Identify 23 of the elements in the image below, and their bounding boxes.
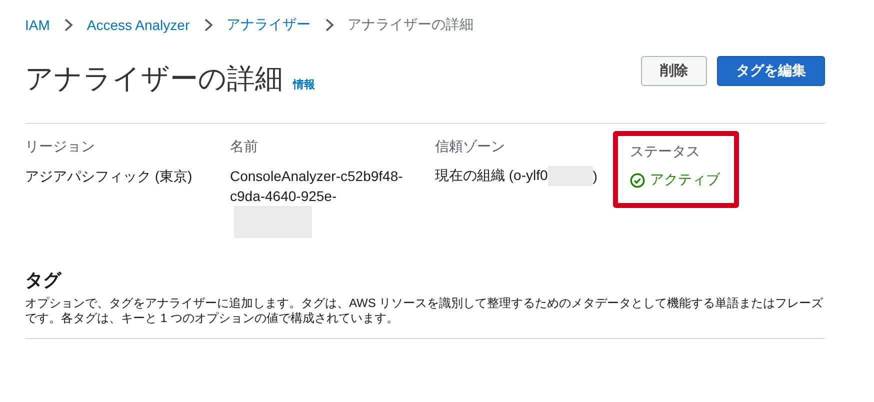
breadcrumb-link[interactable]: IAM [25,17,50,33]
detail-label: 名前 [230,138,258,156]
page-title: アナライザーの詳細 [25,62,283,96]
section-title: タグ [25,269,63,292]
detail-label: リージョン [25,138,95,156]
detail-value: ) [592,168,598,184]
detail-value: アジアパシフィック (東京) [25,167,194,186]
chevron-icon [64,18,73,32]
breadcrumb-link[interactable]: Access Analyzer [86,17,190,33]
chevron-icon [324,18,334,32]
check-circle-icon [630,172,645,188]
detail-label: ステータス [630,143,700,161]
info-link[interactable]: 情報 [293,77,315,92]
edit-tags-button[interactable]: タグを編集 [717,56,825,86]
breadcrumb-link[interactable]: アナライザー [226,16,311,34]
detail-value: 現在の組織 (o-ylf0 [435,167,548,185]
detail-label: 信頼ゾーン [435,138,505,156]
section-description: オプションで、タグをアナライザーに追加します。タグは、AWS リソースを識別して整理するためのメタデータとして機能する単語またはフレーズです。各タグは、キーと 1 つのオプションの値で構成されています。 [25,296,825,339]
current-page-label: アナライザーの詳細 [348,16,474,34]
chevron-icon [204,18,213,32]
delete-button[interactable]: 削除 [641,56,707,86]
status-text: アクティブ [630,171,720,189]
detail-value: ConsoleAnalyzer-c52b9f48-c9da-4640-925e- [230,167,404,206]
